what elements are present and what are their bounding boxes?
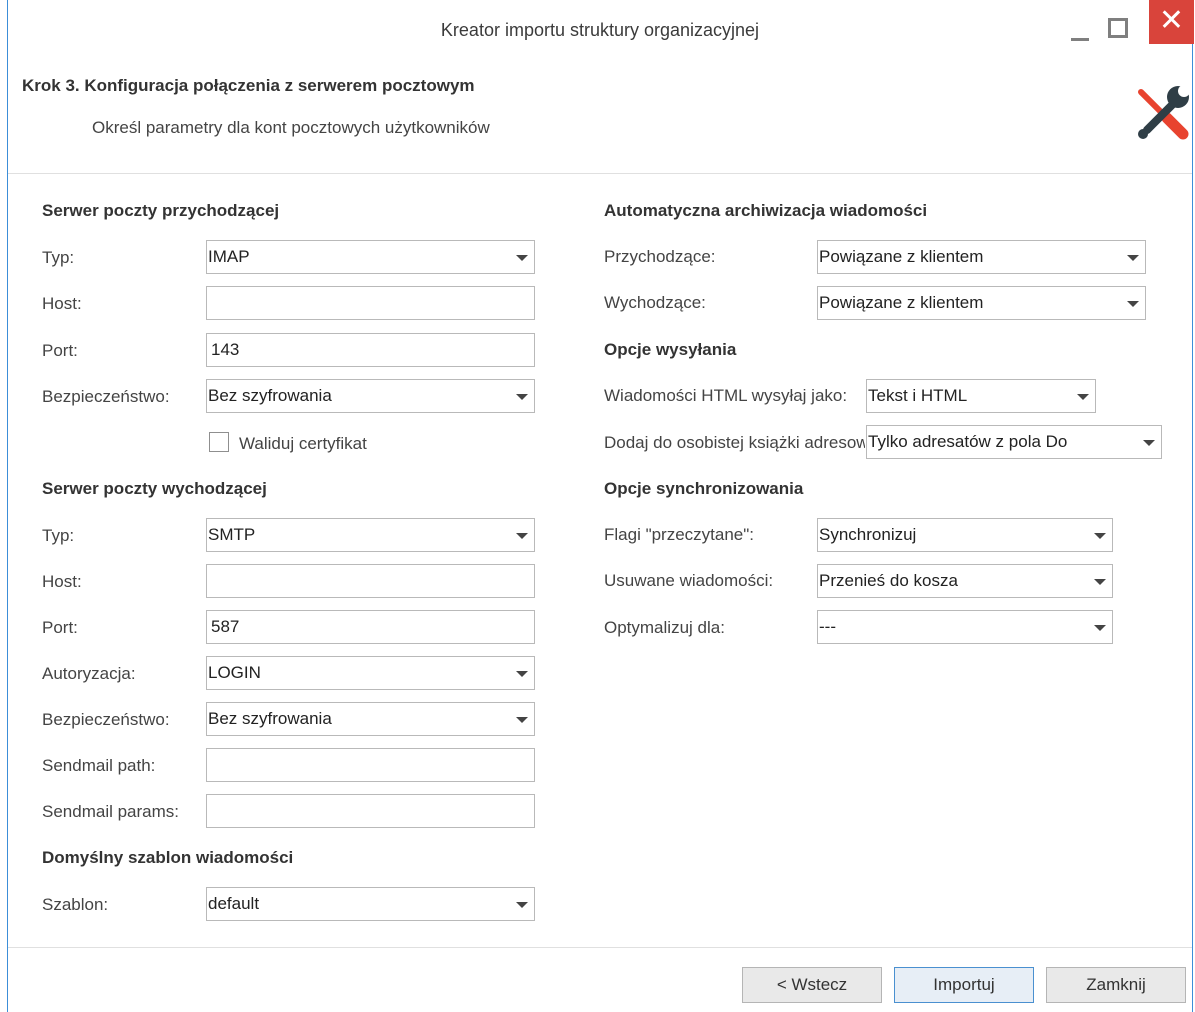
incoming-security-value: Bez szyfrowania bbox=[208, 386, 332, 405]
deleted-messages-label: Usuwane wiadomości: bbox=[604, 571, 774, 590]
chevron-down-icon bbox=[516, 902, 528, 908]
archive-outgoing-label: Wychodzące: bbox=[604, 293, 706, 312]
maximize-icon[interactable] bbox=[1108, 18, 1128, 38]
sending-options-title: Opcje wysyłania bbox=[604, 340, 737, 359]
minimize-icon[interactable] bbox=[1067, 14, 1093, 44]
title-bar: Kreator importu struktury organizacyjnej… bbox=[8, 0, 1194, 63]
outgoing-type-label: Typ: bbox=[42, 526, 75, 545]
incoming-host-label: Host: bbox=[42, 294, 82, 313]
sync-options-title: Opcje synchronizowania bbox=[604, 479, 804, 498]
template-label: Szablon: bbox=[42, 895, 109, 914]
outgoing-security-value: Bez szyfrowania bbox=[208, 709, 332, 728]
html-send-as-label: Wiadomości HTML wysyłaj jako: bbox=[604, 386, 848, 405]
template-title: Domyślny szablon wiadomości bbox=[42, 848, 294, 867]
template-select[interactable]: default bbox=[206, 887, 535, 921]
read-flags-label: Flagi "przeczytane": bbox=[604, 525, 755, 544]
optimize-for-value: --- bbox=[819, 617, 836, 636]
outgoing-auth-value: LOGIN bbox=[208, 663, 261, 682]
chevron-down-icon bbox=[516, 671, 528, 677]
window-title: Kreator importu struktury organizacyjnej bbox=[440, 20, 760, 40]
read-flags-value: Synchronizuj bbox=[819, 525, 917, 544]
chevron-down-icon bbox=[1094, 579, 1106, 585]
addressbook-label: Dodaj do osobistej książki adresowej: bbox=[604, 433, 865, 452]
outgoing-port-input[interactable]: 587 bbox=[206, 610, 535, 644]
archive-incoming-select[interactable]: Powiązane z klientem bbox=[817, 240, 1146, 274]
archive-incoming-label: Przychodzące: bbox=[604, 247, 716, 266]
sendmail-path-label: Sendmail path: bbox=[42, 756, 156, 775]
step-subtitle: Określ parametry dla kont pocztowych uży… bbox=[92, 118, 490, 137]
outgoing-security-label: Bezpieczeństwo: bbox=[42, 710, 170, 729]
outgoing-security-select[interactable]: Bez szyfrowania bbox=[206, 702, 535, 736]
sendmail-path-input[interactable] bbox=[206, 748, 535, 782]
validate-certificate-checkbox[interactable] bbox=[209, 432, 229, 452]
import-wizard-window: Kreator importu struktury organizacyjnej… bbox=[7, 0, 1194, 1012]
chevron-down-icon bbox=[516, 717, 528, 723]
chevron-down-icon bbox=[1143, 440, 1155, 446]
chevron-down-icon bbox=[1094, 533, 1106, 539]
close-icon[interactable]: ✕ bbox=[1149, 0, 1194, 44]
outgoing-auth-label: Autoryzacja: bbox=[42, 664, 136, 683]
chevron-down-icon bbox=[1077, 394, 1089, 400]
incoming-security-select[interactable]: Bez szyfrowania bbox=[206, 379, 535, 413]
outgoing-type-value: SMTP bbox=[208, 525, 256, 544]
chevron-down-icon bbox=[516, 533, 528, 539]
import-button[interactable]: Importuj bbox=[894, 967, 1034, 1003]
html-send-as-select[interactable]: Tekst i HTML bbox=[866, 379, 1096, 413]
chevron-down-icon bbox=[1127, 255, 1139, 261]
incoming-type-select[interactable]: IMAP bbox=[206, 240, 535, 274]
archive-outgoing-value: Powiązane z klientem bbox=[819, 293, 984, 312]
addressbook-select[interactable]: Tylko adresatów z pola Do bbox=[866, 425, 1162, 459]
optimize-for-label: Optymalizuj dla: bbox=[604, 618, 725, 637]
wizard-header: Krok 3. Konfiguracja połączenia z serwer… bbox=[8, 62, 1192, 174]
step-title: Krok 3. Konfiguracja połączenia z serwer… bbox=[22, 76, 475, 95]
addressbook-value: Tylko adresatów z pola Do bbox=[868, 432, 1068, 451]
incoming-type-label: Typ: bbox=[42, 248, 75, 267]
outgoing-host-input[interactable] bbox=[206, 564, 535, 598]
chevron-down-icon bbox=[1094, 625, 1106, 631]
html-send-as-value: Tekst i HTML bbox=[868, 386, 968, 405]
deleted-messages-value: Przenieś do kosza bbox=[819, 571, 958, 590]
read-flags-select[interactable]: Synchronizuj bbox=[817, 518, 1113, 552]
incoming-port-label: Port: bbox=[42, 341, 78, 360]
optimize-for-select[interactable]: --- bbox=[817, 610, 1113, 644]
incoming-server-title: Serwer poczty przychodzącej bbox=[42, 201, 280, 220]
close-button[interactable]: Zamknij bbox=[1046, 967, 1186, 1003]
sendmail-params-input[interactable] bbox=[206, 794, 535, 828]
incoming-security-label: Bezpieczeństwo: bbox=[42, 387, 170, 406]
chevron-down-icon bbox=[516, 394, 528, 400]
chevron-down-icon bbox=[516, 255, 528, 261]
back-button[interactable]: < Wstecz bbox=[742, 967, 882, 1003]
outgoing-auth-select[interactable]: LOGIN bbox=[206, 656, 535, 690]
archive-title: Automatyczna archiwizacja wiadomości bbox=[604, 201, 928, 220]
outgoing-host-label: Host: bbox=[42, 572, 82, 591]
validate-certificate-label: Waliduj certyfikat bbox=[239, 434, 367, 453]
tools-icon bbox=[1138, 85, 1190, 140]
archive-outgoing-select[interactable]: Powiązane z klientem bbox=[817, 286, 1146, 320]
deleted-messages-select[interactable]: Przenieś do kosza bbox=[817, 564, 1113, 598]
template-value: default bbox=[208, 894, 260, 913]
archive-incoming-value: Powiązane z klientem bbox=[819, 247, 984, 266]
outgoing-server-title: Serwer poczty wychodzącej bbox=[42, 479, 267, 498]
incoming-type-value: IMAP bbox=[208, 247, 250, 266]
footer-divider bbox=[8, 947, 1192, 948]
sendmail-params-label: Sendmail params: bbox=[42, 802, 180, 821]
outgoing-type-select[interactable]: SMTP bbox=[206, 518, 535, 552]
incoming-port-input[interactable]: 143 bbox=[206, 333, 535, 367]
outgoing-port-label: Port: bbox=[42, 618, 78, 637]
incoming-host-input[interactable] bbox=[206, 286, 535, 320]
chevron-down-icon bbox=[1127, 301, 1139, 307]
